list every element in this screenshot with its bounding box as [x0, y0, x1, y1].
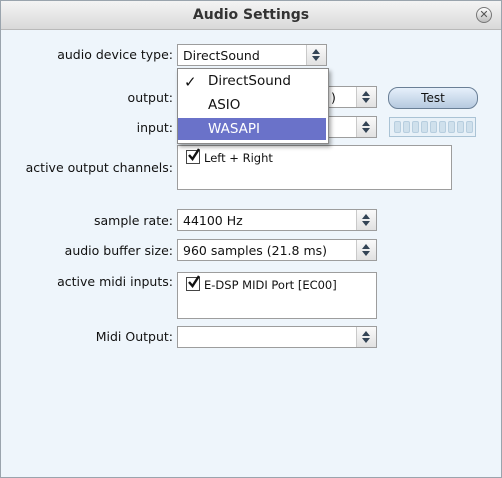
input-label: input: — [136, 120, 173, 135]
sample-rate-value: 44100 Hz — [183, 213, 243, 228]
midi-input-label: E-DSP MIDI Port [EC00] — [204, 278, 337, 292]
midi-input-item[interactable]: E-DSP MIDI Port [EC00] — [186, 275, 337, 292]
up-down-arrows-icon — [356, 117, 376, 137]
meter-segment — [421, 121, 428, 133]
sample-rate-select[interactable]: 44100 Hz — [177, 209, 377, 231]
check-icon: ✓ — [184, 73, 197, 91]
device-type-select[interactable]: DirectSound — [177, 44, 327, 66]
device-type-dropdown-menu: ✓ DirectSound ASIO WASAPI — [177, 68, 329, 144]
menu-item-asio[interactable]: ASIO — [178, 94, 326, 116]
device-type-value: DirectSound — [183, 48, 260, 63]
output-channel-item[interactable]: Left + Right — [186, 148, 273, 165]
output-value: ) — [331, 90, 336, 105]
up-down-arrows-icon — [356, 87, 376, 107]
menu-item-label: DirectSound — [208, 73, 291, 89]
menu-item-label: ASIO — [208, 97, 241, 113]
title-bar: Audio Settings ✕ — [1, 1, 501, 30]
check-icon[interactable] — [186, 275, 201, 291]
buffer-size-label: audio buffer size: — [64, 243, 173, 258]
meter-segment — [466, 121, 473, 133]
midi-inputs-list: E-DSP MIDI Port [EC00] — [177, 272, 377, 319]
meter-segment — [412, 121, 419, 133]
output-channels-label: active output channels: — [25, 160, 173, 175]
midi-inputs-label: active midi inputs: — [57, 274, 173, 289]
buffer-size-select[interactable]: 960 samples (21.8 ms) — [177, 239, 377, 261]
menu-item-label: WASAPI — [208, 121, 261, 137]
meter-segment — [448, 121, 455, 133]
input-level-meter — [389, 117, 476, 137]
meter-segment — [394, 121, 401, 133]
output-channels-list: Left + Right — [177, 145, 452, 190]
meter-segment — [457, 121, 464, 133]
up-down-arrows-icon — [356, 327, 376, 347]
midi-output-label: Midi Output: — [95, 329, 173, 344]
menu-item-wasapi[interactable]: WASAPI — [178, 118, 326, 140]
up-down-arrows-icon — [356, 210, 376, 230]
up-down-arrows-icon — [356, 240, 376, 260]
meter-segment — [430, 121, 437, 133]
meter-segment — [439, 121, 446, 133]
close-icon[interactable]: ✕ — [476, 7, 492, 23]
buffer-size-value: 960 samples (21.8 ms) — [183, 243, 328, 258]
audio-settings-window: Audio Settings ✕ audio device type: Dire… — [0, 0, 502, 478]
meter-segment — [403, 121, 410, 133]
output-label: output: — [127, 90, 173, 105]
check-icon[interactable] — [186, 148, 201, 164]
midi-output-select[interactable] — [177, 326, 377, 348]
device-type-label: audio device type: — [57, 47, 173, 62]
test-button[interactable]: Test — [388, 87, 478, 109]
window-title: Audio Settings — [192, 7, 310, 23]
up-down-arrows-icon — [306, 45, 326, 65]
menu-item-directsound[interactable]: ✓ DirectSound — [178, 70, 326, 92]
sample-rate-label: sample rate: — [93, 213, 173, 228]
output-channel-label: Left + Right — [204, 151, 273, 165]
